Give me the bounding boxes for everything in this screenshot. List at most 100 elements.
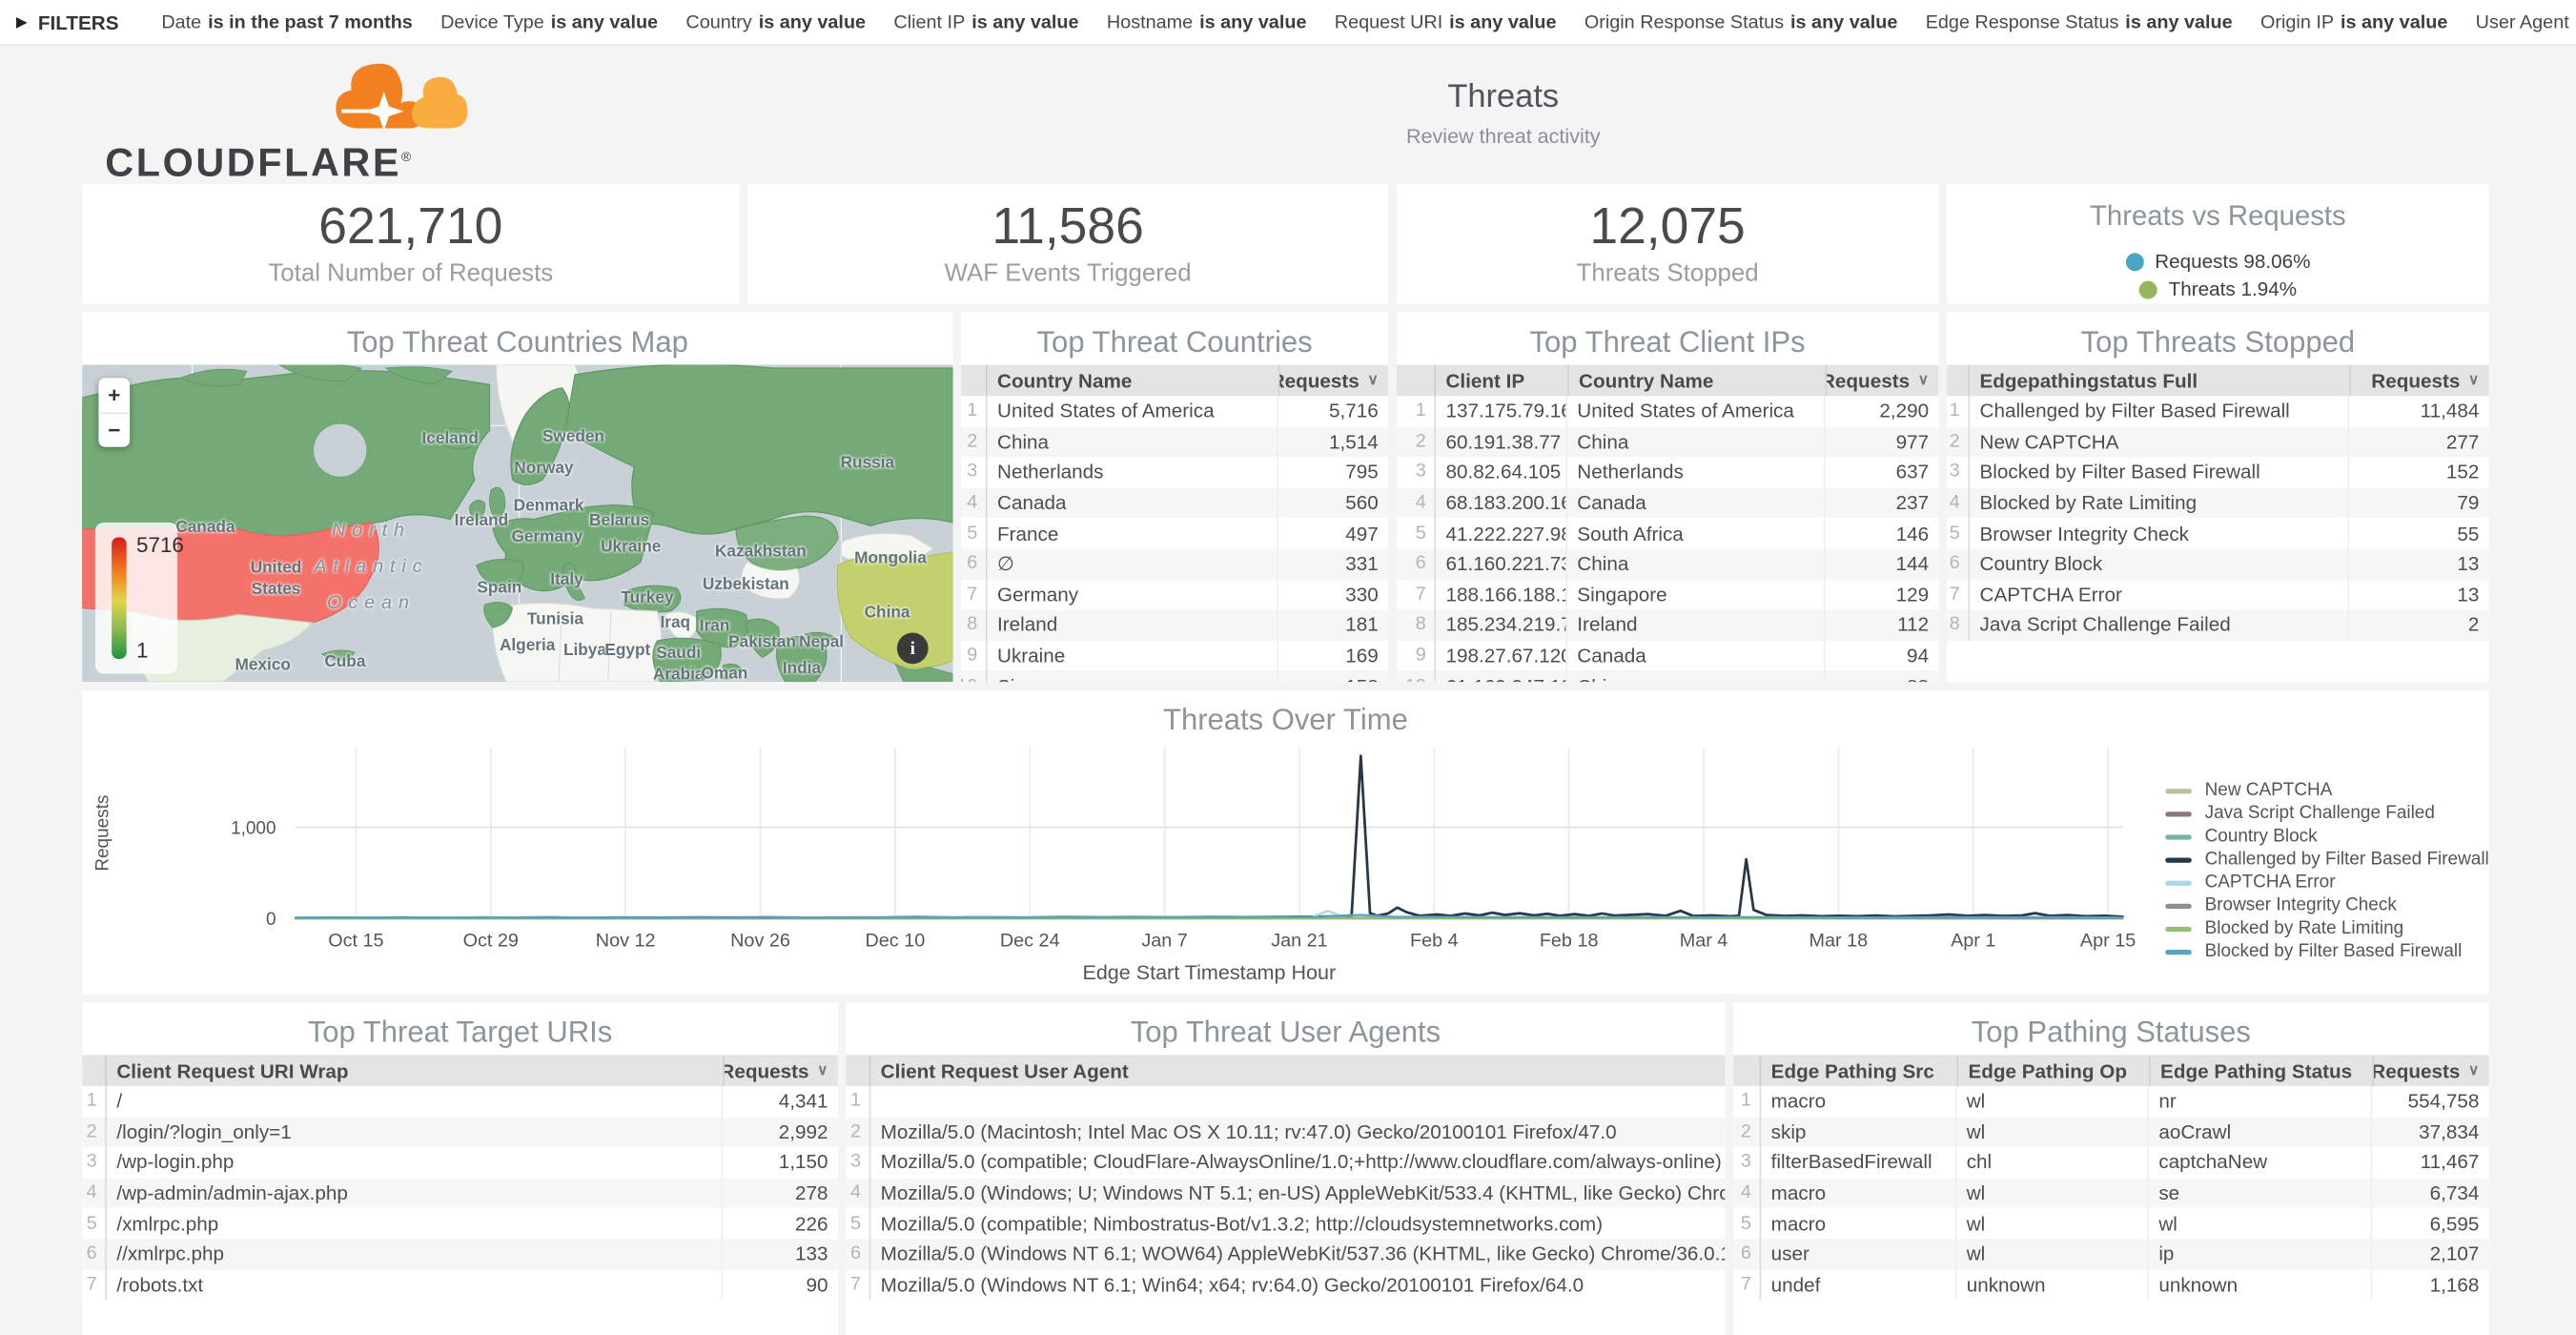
row-index: 5 [846,1208,870,1239]
table-cell: New CAPTCHA [1970,426,2349,457]
x-tick-label: Feb 4 [1410,931,1459,952]
table-row: 5/xmlrpc.php226 [82,1208,838,1239]
table-cell: 4,341 [723,1086,838,1117]
table-cell: undef [1761,1269,1956,1300]
filters-toggle[interactable]: ▶ FILTERS [16,10,118,33]
filter-chip-edge-response-status[interactable]: Edge Response Statusis any value [1926,12,2233,32]
sort-desc-icon: ∨ [1367,371,1378,389]
tvr-legend-item[interactable]: Requests 98.06% [2125,250,2310,273]
table-cell: Canada [988,487,1278,518]
filter-chip-origin-response-status[interactable]: Origin Response Statusis any value [1584,12,1898,32]
table-cell: 80.82.64.105 [1436,457,1567,487]
row-index: 2 [82,1117,107,1147]
table-cell: 88 [1826,671,1939,682]
table-row: 1061.160.247.137China88 [1397,671,1939,682]
x-axis-label: Edge Start Timestamp Hour [1082,961,1336,984]
map-canvas[interactable]: CanadaUnited StatesMexicoCubaIcelandIrel… [82,365,952,683]
x-tick-label: Apr 15 [2080,931,2136,952]
row-index: 6 [1397,549,1436,580]
filter-chip-date[interactable]: Dateis in the past 7 months [161,12,412,32]
table-cell: 1,514 [1278,426,1388,457]
table-cell: Singapore [988,671,1278,682]
chart-legend-item[interactable]: Blocked by Filter Based Firewall [2165,940,2488,963]
x-tick-label: Jan 7 [1141,931,1187,952]
table-body: 1/4,3412/login/?login_only=12,9923/wp-lo… [82,1086,838,1300]
filter-chip-hostname[interactable]: Hostnameis any value [1107,12,1307,32]
row-index: 5 [1733,1208,1761,1239]
chart-legend-item[interactable]: Country Block [2165,825,2488,848]
table-row: 8Ireland181 [961,610,1388,641]
column-header-requests[interactable]: Requests∨ [723,1055,838,1086]
column-header-requests[interactable]: Requests∨ [1826,365,1939,397]
chart-legend-item[interactable]: Browser Integrity Check [2165,893,2488,916]
stat-threats-stopped: 12,075 Threats Stopped [1397,184,1939,304]
table-row: 3/wp-login.php1,150 [82,1147,838,1178]
row-index: 1 [961,396,988,426]
zoom-out-button[interactable]: − [98,413,130,446]
x-tick-label: Jan 21 [1271,931,1327,952]
row-index: 6 [846,1239,870,1269]
top-threat-target-uris-panel: Top Threat Target URIs Client Request UR… [82,1002,838,1335]
table-cell: wl [1956,1239,2149,1269]
filter-chip-request-uri[interactable]: Request URIis any value [1335,12,1557,32]
table-title: Top Threat User Agents [846,1002,1725,1055]
table-cell: 5,716 [1278,396,1388,426]
table-cell: 554,758 [2372,1086,2488,1117]
row-index: 4 [1733,1178,1761,1208]
filter-chip-user-agent[interactable]: User Agentis any value [2476,12,2576,32]
table-title: Top Threats Stopped [1947,312,2489,364]
column-header-requests[interactable]: Requests∨ [2349,365,2488,397]
column-header-country-name: Country Name [988,365,1278,397]
map-info-icon[interactable]: i [897,632,929,664]
table-cell: Canada [1567,641,1826,671]
table-cell: 795 [1278,457,1388,487]
column-header-requests[interactable]: Requests∨ [1278,365,1388,397]
row-index: 4 [846,1178,870,1208]
chart-legend-item[interactable]: CAPTCHA Error [2165,871,2488,893]
column-header-edge-pathing-src: Edge Pathing Src [1761,1055,1956,1086]
table-cell: 185.234.219.70 [1436,610,1567,641]
row-index: 9 [961,641,988,671]
chart-legend-item[interactable]: Java Script Challenge Failed [2165,802,2488,825]
tvr-legend-item[interactable]: Threats 1.94% [2139,277,2298,300]
legend-min: 1 [136,638,148,663]
filter-chip-country[interactable]: Countryis any value [685,12,866,32]
chart-legend-item[interactable]: Blocked by Rate Limiting [2165,917,2488,940]
row-index: 5 [1397,518,1436,548]
top-threat-user-agents-table: Client Request User Agent12Mozilla/5.0 (… [846,1055,1725,1300]
table-cell: 331 [1278,549,1388,580]
column-header-requests[interactable]: Requests∨ [2372,1055,2488,1086]
index-header [846,1055,870,1086]
chart-legend-item[interactable]: Challenged by Filter Based Firewall [2165,848,2488,871]
filter-chip-device-type[interactable]: Device Typeis any value [440,12,658,32]
table-row: 260.191.38.77China977 [1397,426,1939,457]
zoom-in-button[interactable]: + [98,378,130,413]
table-title: Top Pathing Statuses [1733,1002,2489,1055]
table-cell: 37,834 [2372,1117,2488,1147]
row-index: 10 [1397,671,1436,682]
table-cell: 188.166.188.152 [1436,580,1567,610]
table-cell: 237 [1826,487,1939,518]
row-index: 6 [1733,1239,1761,1269]
table-cell: Netherlands [1567,457,1826,487]
chart-legend-item[interactable]: New CAPTCHA [2165,779,2488,802]
table-cell: 137.175.79.166 [1436,396,1567,426]
table-body: 1137.175.79.166United States of America2… [1397,396,1939,682]
filter-chip-client-ip[interactable]: Client IPis any value [893,12,1078,32]
legend-dot-icon [2125,253,2143,271]
row-index: 7 [961,580,988,610]
header: CLOUDFLARE® Threats Review threat activi… [0,46,2576,182]
table-header-row: Country NameRequests∨ [961,365,1388,397]
registered-mark: ® [401,150,414,165]
table-cell: aoCrawl [2149,1117,2372,1147]
table-cell: 61.160.247.137 [1436,671,1567,682]
row-index: 9 [1397,641,1436,671]
table-row: 6//xmlrpc.php133 [82,1239,838,1269]
x-tick-label: Feb 18 [1540,931,1599,952]
filter-chip-origin-ip[interactable]: Origin IPis any value [2260,12,2447,32]
table-row: 2New CAPTCHA277 [1947,426,2489,457]
table-cell: 79 [2349,487,2488,518]
table-cell: 55 [2349,518,2488,548]
series-line-challenged-by-filter-based-firewall [296,756,2122,918]
table-cell: 11,467 [2372,1147,2488,1178]
